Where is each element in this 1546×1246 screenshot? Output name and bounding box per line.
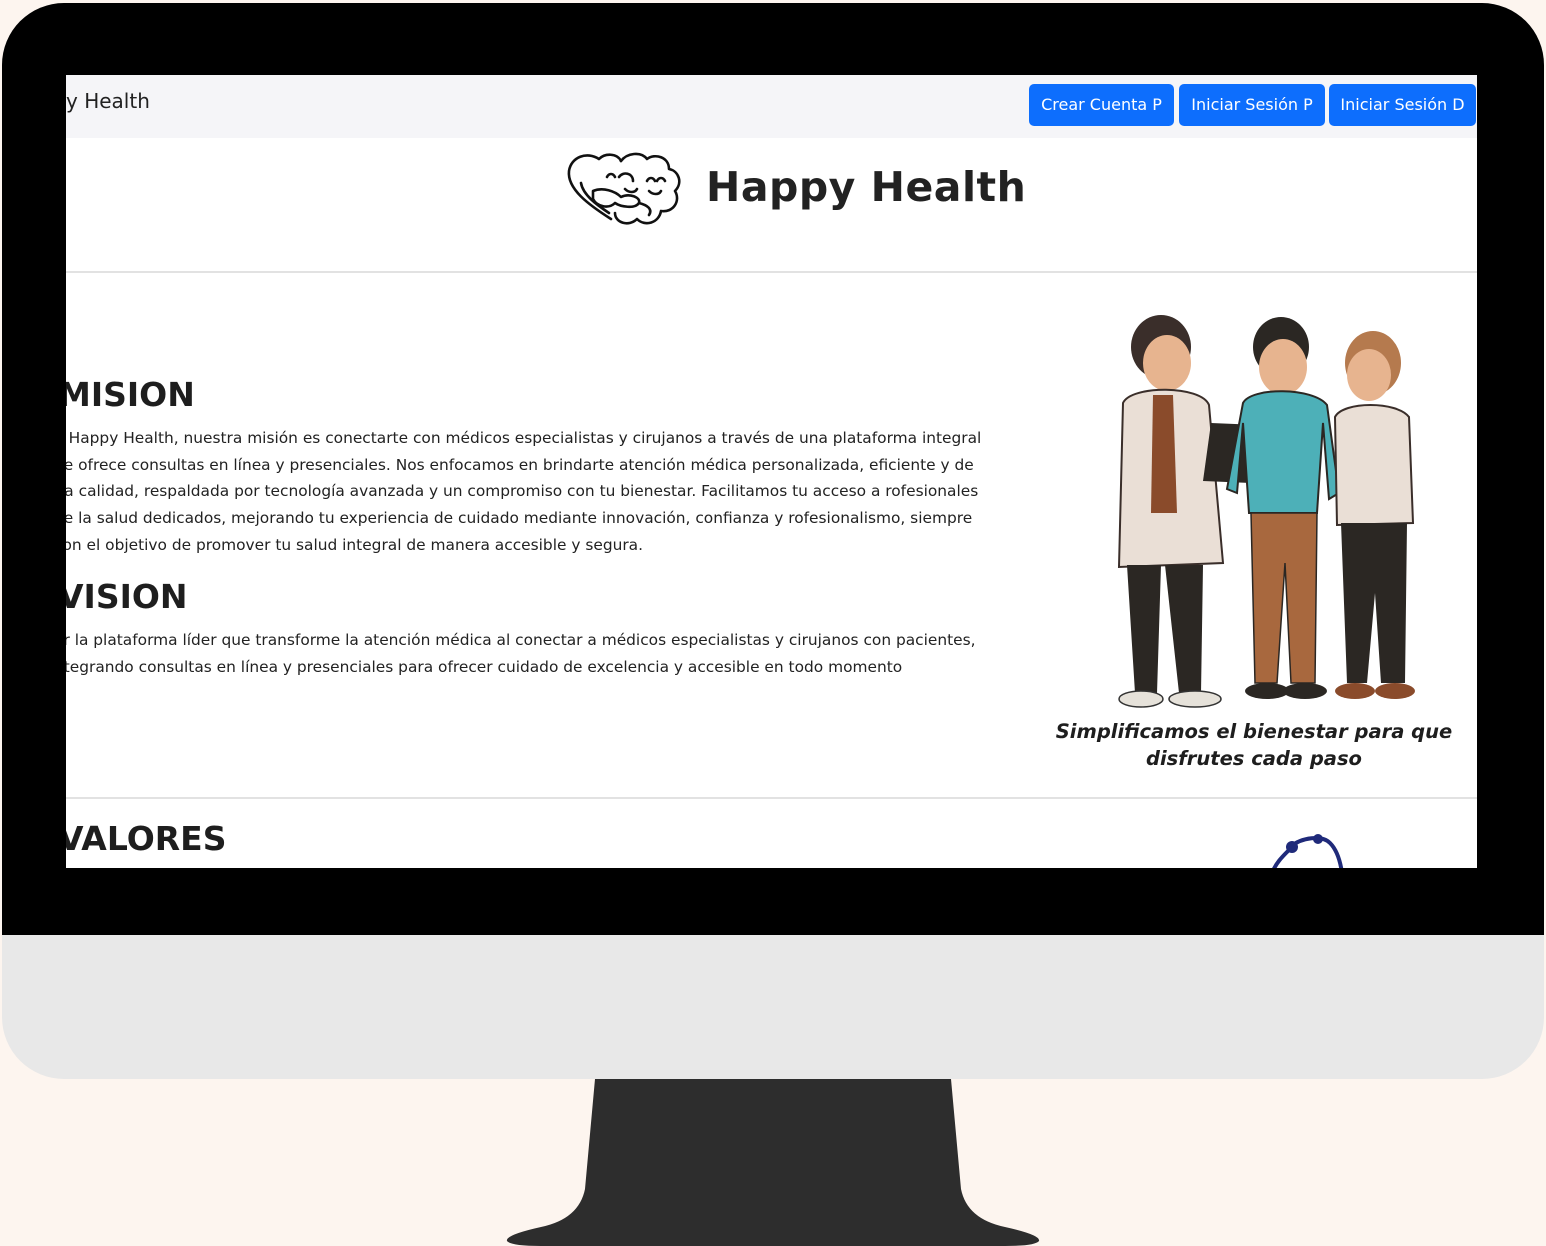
- browser-screen: y Health Crear Cuenta P Iniciar Sesión P…: [66, 75, 1477, 868]
- vision-paragraph: er la plataforma líder que transforme la…: [66, 631, 976, 676]
- mision-text: n Happy Health, nuestra misión es conect…: [66, 425, 988, 559]
- site-title: Happy Health: [706, 163, 1027, 211]
- vision-text: er la plataforma líder que transforme la…: [66, 627, 988, 680]
- header-divider: [66, 271, 1477, 273]
- navbar-brand[interactable]: y Health: [66, 89, 150, 113]
- mision-heading: MISION: [66, 375, 195, 414]
- vision-heading: VISION: [66, 577, 188, 616]
- navbar: y Health Crear Cuenta P Iniciar Sesión P…: [66, 75, 1477, 138]
- valores-heading: VALORES: [66, 819, 227, 858]
- crear-cuenta-paciente-button[interactable]: Crear Cuenta P: [1029, 84, 1174, 126]
- monitor-stand: [506, 1079, 1040, 1246]
- illustration-caption: Simplificamos el bienestar para que disf…: [1055, 720, 1453, 770]
- stethoscope-icon: [1272, 834, 1344, 868]
- iniciar-sesion-doctor-button[interactable]: Iniciar Sesión D: [1329, 84, 1476, 126]
- doctor-patient-illustration-icon: [1117, 315, 1415, 708]
- mision-paragraph: n Happy Health, nuestra misión es conect…: [66, 429, 982, 554]
- heart-brain-hug-logo-icon: [567, 152, 681, 225]
- iniciar-sesion-paciente-button[interactable]: Iniciar Sesión P: [1179, 84, 1325, 126]
- section-divider: [66, 797, 1477, 799]
